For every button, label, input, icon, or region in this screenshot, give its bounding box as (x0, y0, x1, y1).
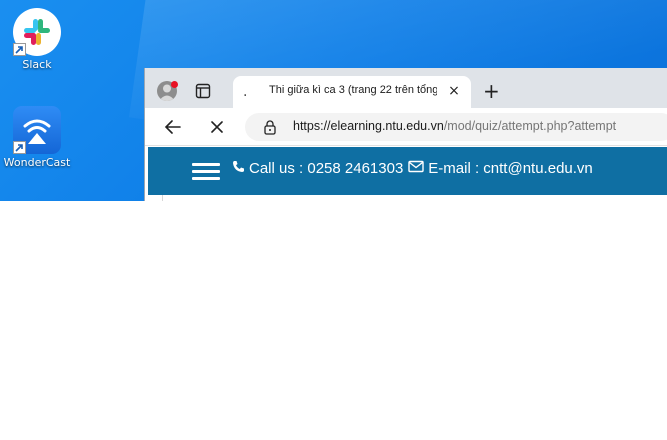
envelope-icon (408, 160, 424, 177)
desktop-icon-label: Slack (22, 58, 52, 71)
page-content-edge (145, 195, 667, 201)
content-divider (162, 195, 163, 201)
stop-loading-icon[interactable] (207, 117, 227, 137)
back-arrow-icon[interactable] (163, 117, 183, 137)
email-text[interactable]: E-mail : cntt@ntu.edu.vn (428, 160, 592, 177)
new-tab-button[interactable]: + (483, 81, 500, 101)
url-text: https://elearning.ntu.edu.vn/mod/quiz/at… (293, 119, 616, 133)
screen: Slack WonderCast . Thi giữa kì ca 3 (tra… (0, 0, 667, 440)
shortcut-arrow-icon (13, 43, 26, 56)
address-bar[interactable]: https://elearning.ntu.edu.vn/mod/quiz/at… (245, 113, 667, 141)
contact-info: Call us : 0258 2461303 E-mail : cntt@ntu… (232, 160, 593, 177)
shortcut-arrow-icon (13, 141, 26, 154)
wondercast-tile (13, 106, 61, 154)
tab-actions-icon[interactable] (195, 83, 211, 103)
call-us-text: Call us : 0258 2461303 (249, 160, 404, 177)
url-path: /mod/quiz/attempt.php?attempt (443, 119, 617, 133)
blank-area (0, 201, 667, 440)
phone-icon (232, 160, 245, 177)
hamburger-menu-icon[interactable] (192, 163, 220, 181)
navigation-bar: https://elearning.ntu.edu.vn/mod/quiz/at… (145, 108, 667, 146)
slack-tile (13, 8, 61, 56)
tab-title: Thi giữa kì ca 3 (trang 22 trên tổng số (269, 84, 437, 96)
tab-active[interactable]: . Thi giữa kì ca 3 (trang 22 trên tổng s… (233, 76, 471, 108)
tab-strip: . Thi giữa kì ca 3 (trang 22 trên tổng s… (145, 68, 667, 108)
notification-dot-icon (171, 81, 178, 88)
site-header: Call us : 0258 2461303 E-mail : cntt@ntu… (148, 147, 667, 195)
lock-icon[interactable] (263, 119, 277, 139)
browser-window: . Thi giữa kì ca 3 (trang 22 trên tổng s… (144, 68, 667, 201)
tab-close-button[interactable]: × (447, 84, 461, 98)
desktop-icon-label: WonderCast (3, 156, 71, 169)
tab-favicon-icon: . (243, 84, 248, 100)
url-host: https://elearning.ntu.edu.vn (293, 119, 444, 133)
desktop-icon-wondercast[interactable]: WonderCast (2, 106, 72, 169)
desktop-icon-slack[interactable]: Slack (2, 8, 72, 71)
